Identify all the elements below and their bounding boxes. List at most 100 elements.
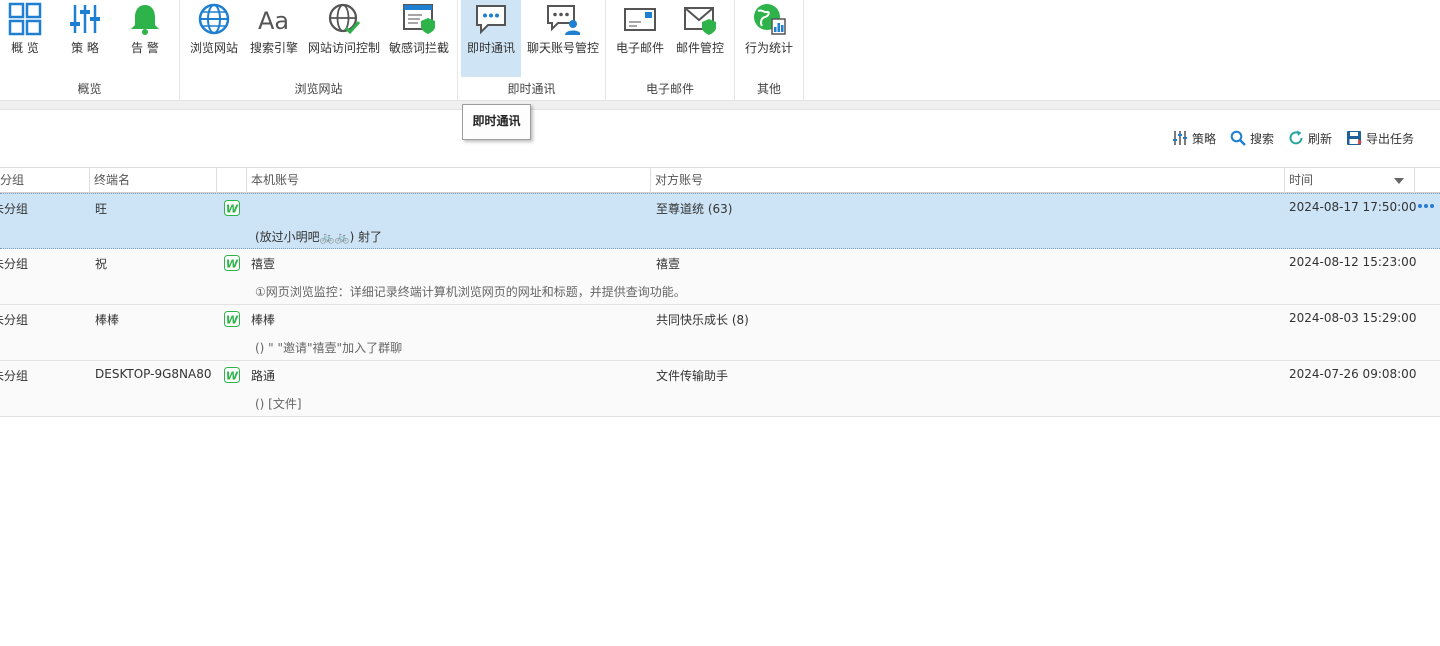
email-control-button[interactable]: 邮件管控 bbox=[672, 0, 728, 77]
row-message: () " "邀请"禧壹"加入了群聊 bbox=[255, 341, 403, 355]
ribbon-group-label: 其他 bbox=[756, 82, 781, 96]
ribbon: 概 览 策 略 告 警 概览 浏览网站 Aa 搜索引擎 网站访问控制 敏感词拦截… bbox=[0, 0, 1440, 101]
column-header-terminal[interactable]: 终端名 bbox=[90, 168, 217, 193]
chat-account-control-label: 聊天账号管控 bbox=[526, 41, 599, 55]
globe-chart-icon bbox=[754, 4, 786, 35]
row-peer-account: 共同快乐成长 (8) bbox=[656, 313, 749, 327]
ribbon-group-overview: 概 览 策 略 告 警 概览 bbox=[0, 0, 180, 100]
site-access-control-button[interactable]: 网站访问控制 bbox=[306, 0, 382, 77]
strategy-ribbon-button[interactable]: 策 略 bbox=[60, 0, 110, 77]
row-local-account: 棒棒 bbox=[251, 313, 276, 327]
svg-text:W: W bbox=[226, 314, 239, 327]
refresh-button-label: 刷新 bbox=[1307, 131, 1332, 146]
sliders-icon bbox=[70, 5, 100, 33]
browse-web-button[interactable]: 浏览网站 bbox=[188, 0, 240, 77]
row-local-account: 路通 bbox=[251, 369, 276, 383]
strategy-button-label: 策略 bbox=[1191, 131, 1216, 146]
grid-icon bbox=[8, 2, 42, 36]
table-row[interactable]: 未分组 棒棒 W 棒棒 共同快乐成长 (8) 2024-08-03 15:29:… bbox=[0, 305, 1440, 361]
column-header-time-label: 时间 bbox=[1289, 173, 1314, 187]
row-group: 未分组 bbox=[0, 369, 29, 383]
overview-button-label: 概 览 bbox=[11, 41, 39, 55]
column-header-time[interactable]: 时间 bbox=[1285, 168, 1415, 193]
column-header-type[interactable] bbox=[217, 168, 247, 193]
mail-icon bbox=[624, 8, 656, 31]
row-group: 未分组 bbox=[0, 202, 29, 216]
column-header-group[interactable]: 分组 bbox=[0, 168, 90, 193]
column-header-local-account[interactable]: 本机账号 bbox=[247, 168, 651, 193]
row-terminal: 祝 bbox=[95, 257, 108, 271]
row-time: 2024-08-03 15:29:00 bbox=[1289, 311, 1417, 325]
table-row[interactable]: 未分组 祝 W 禧壹 禧壹 2024-08-12 15:23:00 ①网页浏览监… bbox=[0, 249, 1440, 305]
refresh-button[interactable]: 刷新 bbox=[1288, 130, 1332, 147]
row-message: (放过小明吧🚲🚲) 射了 bbox=[255, 230, 383, 244]
ribbon-group-label: 浏览网站 bbox=[294, 82, 343, 96]
row-peer-account: 禧壹 bbox=[656, 257, 681, 271]
alert-button[interactable]: 告 警 bbox=[120, 0, 170, 77]
search-button[interactable]: 搜索 bbox=[1230, 130, 1274, 147]
ribbon-group-email: 电子邮件 邮件管控 电子邮件 bbox=[606, 0, 735, 100]
search-engine-button[interactable]: Aa 搜索引擎 bbox=[248, 0, 300, 77]
email-control-label: 邮件管控 bbox=[675, 41, 724, 55]
row-group: 未分组 bbox=[0, 257, 29, 271]
alert-button-label: 告 警 bbox=[131, 41, 159, 55]
ribbon-group-label: 概览 bbox=[77, 82, 102, 96]
row-time: 2024-08-17 17:50:00 bbox=[1289, 200, 1417, 214]
browser-shield-icon bbox=[403, 4, 435, 34]
browse-web-label: 浏览网站 bbox=[189, 41, 238, 55]
table-row[interactable]: 未分组 DESKTOP-9G8NA80 W 路通 文件传输助手 2024-07-… bbox=[0, 361, 1440, 417]
row-time: 2024-07-26 09:08:00 bbox=[1289, 367, 1417, 381]
ribbon-group-browse: 浏览网站 Aa 搜索引擎 网站访问控制 敏感词拦截 浏览网站 bbox=[180, 0, 458, 100]
table-header: 分组 终端名 本机账号 对方账号 时间 bbox=[0, 167, 1440, 193]
mail-shield-icon bbox=[684, 7, 716, 35]
export-task-button-label: 导出任务 bbox=[1365, 131, 1414, 146]
strategy-ribbon-label: 策 略 bbox=[71, 41, 99, 55]
svg-text:Aa: Aa bbox=[258, 7, 289, 35]
tooltip: 即时通讯 bbox=[462, 104, 531, 140]
more-options-icon[interactable] bbox=[1418, 204, 1434, 208]
ribbon-group-other: 行为统计 其他 bbox=[735, 0, 804, 100]
row-peer-account: 至尊道统 (63) bbox=[656, 202, 733, 216]
refresh-icon bbox=[1289, 130, 1303, 145]
email-button[interactable]: 电子邮件 bbox=[612, 0, 668, 77]
instant-messaging-label: 即时通讯 bbox=[466, 41, 515, 55]
behavior-stats-button[interactable]: 行为统计 bbox=[741, 0, 797, 77]
row-terminal: 旺 bbox=[95, 202, 108, 216]
row-group: 未分组 bbox=[0, 313, 29, 327]
globe-check-icon bbox=[328, 3, 361, 35]
row-local-account: 禧壹 bbox=[251, 257, 276, 271]
row-message: () [文件] bbox=[255, 397, 302, 411]
ribbon-group-label: 电子邮件 bbox=[645, 82, 694, 96]
row-peer-account: 文件传输助手 bbox=[656, 369, 729, 383]
table-row[interactable]: 未分组 旺 W 至尊道统 (63) 2024-08-17 17:50:00 (放… bbox=[0, 193, 1440, 249]
site-access-control-label: 网站访问控制 bbox=[307, 41, 380, 55]
chat-account-control-button[interactable]: 聊天账号管控 bbox=[524, 0, 602, 77]
chat-icon bbox=[476, 5, 506, 35]
sort-desc-icon bbox=[1394, 178, 1404, 184]
row-message: ①网页浏览监控：详细记录终端计算机浏览网页的网址和标题，并提供查询功能。 bbox=[255, 285, 686, 299]
sensitive-word-block-label: 敏感词拦截 bbox=[388, 41, 449, 55]
sliders-icon bbox=[1172, 131, 1187, 145]
svg-text:W: W bbox=[226, 203, 239, 216]
svg-text:W: W bbox=[226, 258, 239, 271]
sensitive-word-block-button[interactable]: 敏感词拦截 bbox=[386, 0, 452, 77]
ribbon-group-im: 即时通讯 聊天账号管控 即时通讯 bbox=[458, 0, 606, 100]
overview-button[interactable]: 概 览 bbox=[0, 0, 50, 77]
row-terminal: 棒棒 bbox=[95, 313, 120, 327]
strategy-button[interactable]: 策略 bbox=[1172, 130, 1216, 147]
column-header-peer-account[interactable]: 对方账号 bbox=[651, 168, 1285, 193]
im-records-table: 分组 终端名 本机账号 对方账号 时间 未分组 旺 W 至尊道统 (63) 20… bbox=[0, 167, 1440, 417]
instant-messaging-button[interactable]: 即时通讯 bbox=[461, 0, 521, 77]
wechat-icon: W bbox=[224, 367, 240, 383]
export-task-button[interactable]: 导出任务 bbox=[1346, 130, 1414, 147]
globe-icon bbox=[198, 3, 230, 35]
content-toolbar: 策略 搜索 刷新 导出任务 bbox=[1172, 128, 1414, 148]
search-engine-label: 搜索引擎 bbox=[249, 41, 298, 55]
ribbon-divider-band bbox=[0, 101, 1440, 110]
wechat-icon: W bbox=[224, 311, 240, 327]
row-time: 2024-08-12 15:23:00 bbox=[1289, 255, 1417, 269]
chat-user-icon bbox=[547, 5, 580, 35]
search-icon bbox=[1230, 130, 1246, 146]
email-label: 电子邮件 bbox=[615, 41, 664, 55]
behavior-stats-label: 行为统计 bbox=[744, 41, 793, 55]
